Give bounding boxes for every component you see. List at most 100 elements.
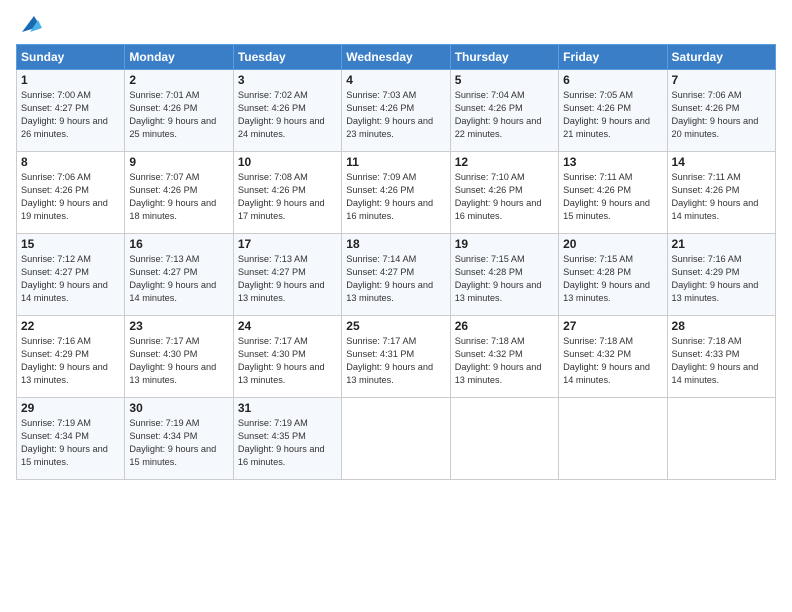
day-cell: 6 Sunrise: 7:05 AM Sunset: 4:26 PM Dayli… [559, 70, 667, 152]
week-row-4: 22 Sunrise: 7:16 AM Sunset: 4:29 PM Dayl… [17, 316, 776, 398]
day-number: 9 [129, 155, 228, 169]
day-info: Sunrise: 7:07 AM Sunset: 4:26 PM Dayligh… [129, 171, 228, 223]
day-info: Sunrise: 7:18 AM Sunset: 4:33 PM Dayligh… [672, 335, 771, 387]
day-number: 30 [129, 401, 228, 415]
day-cell: 5 Sunrise: 7:04 AM Sunset: 4:26 PM Dayli… [450, 70, 558, 152]
day-info: Sunrise: 7:19 AM Sunset: 4:35 PM Dayligh… [238, 417, 337, 469]
day-number: 20 [563, 237, 662, 251]
day-info: Sunrise: 7:14 AM Sunset: 4:27 PM Dayligh… [346, 253, 445, 305]
day-number: 10 [238, 155, 337, 169]
day-cell: 8 Sunrise: 7:06 AM Sunset: 4:26 PM Dayli… [17, 152, 125, 234]
day-info: Sunrise: 7:18 AM Sunset: 4:32 PM Dayligh… [455, 335, 554, 387]
day-cell: 31 Sunrise: 7:19 AM Sunset: 4:35 PM Dayl… [233, 398, 341, 480]
day-cell: 9 Sunrise: 7:07 AM Sunset: 4:26 PM Dayli… [125, 152, 233, 234]
day-cell: 11 Sunrise: 7:09 AM Sunset: 4:26 PM Dayl… [342, 152, 450, 234]
day-number: 3 [238, 73, 337, 87]
day-number: 21 [672, 237, 771, 251]
day-cell: 16 Sunrise: 7:13 AM Sunset: 4:27 PM Dayl… [125, 234, 233, 316]
day-cell: 23 Sunrise: 7:17 AM Sunset: 4:30 PM Dayl… [125, 316, 233, 398]
day-number: 5 [455, 73, 554, 87]
day-number: 12 [455, 155, 554, 169]
col-header-wednesday: Wednesday [342, 45, 450, 70]
day-cell: 3 Sunrise: 7:02 AM Sunset: 4:26 PM Dayli… [233, 70, 341, 152]
day-number: 1 [21, 73, 120, 87]
day-number: 2 [129, 73, 228, 87]
day-cell: 20 Sunrise: 7:15 AM Sunset: 4:28 PM Dayl… [559, 234, 667, 316]
day-cell: 17 Sunrise: 7:13 AM Sunset: 4:27 PM Dayl… [233, 234, 341, 316]
week-row-1: 1 Sunrise: 7:00 AM Sunset: 4:27 PM Dayli… [17, 70, 776, 152]
day-info: Sunrise: 7:11 AM Sunset: 4:26 PM Dayligh… [563, 171, 662, 223]
week-row-5: 29 Sunrise: 7:19 AM Sunset: 4:34 PM Dayl… [17, 398, 776, 480]
day-number: 19 [455, 237, 554, 251]
day-cell: 15 Sunrise: 7:12 AM Sunset: 4:27 PM Dayl… [17, 234, 125, 316]
day-info: Sunrise: 7:02 AM Sunset: 4:26 PM Dayligh… [238, 89, 337, 141]
day-info: Sunrise: 7:01 AM Sunset: 4:26 PM Dayligh… [129, 89, 228, 141]
day-cell: 2 Sunrise: 7:01 AM Sunset: 4:26 PM Dayli… [125, 70, 233, 152]
day-cell: 1 Sunrise: 7:00 AM Sunset: 4:27 PM Dayli… [17, 70, 125, 152]
day-info: Sunrise: 7:06 AM Sunset: 4:26 PM Dayligh… [21, 171, 120, 223]
day-number: 6 [563, 73, 662, 87]
day-info: Sunrise: 7:00 AM Sunset: 4:27 PM Dayligh… [21, 89, 120, 141]
header-row: SundayMondayTuesdayWednesdayThursdayFrid… [17, 45, 776, 70]
day-cell [667, 398, 775, 480]
col-header-thursday: Thursday [450, 45, 558, 70]
day-info: Sunrise: 7:06 AM Sunset: 4:26 PM Dayligh… [672, 89, 771, 141]
day-info: Sunrise: 7:18 AM Sunset: 4:32 PM Dayligh… [563, 335, 662, 387]
logo [16, 12, 42, 36]
day-info: Sunrise: 7:13 AM Sunset: 4:27 PM Dayligh… [129, 253, 228, 305]
day-info: Sunrise: 7:04 AM Sunset: 4:26 PM Dayligh… [455, 89, 554, 141]
day-cell: 26 Sunrise: 7:18 AM Sunset: 4:32 PM Dayl… [450, 316, 558, 398]
day-number: 25 [346, 319, 445, 333]
logo-icon [18, 12, 42, 36]
day-cell: 19 Sunrise: 7:15 AM Sunset: 4:28 PM Dayl… [450, 234, 558, 316]
col-header-sunday: Sunday [17, 45, 125, 70]
day-cell: 12 Sunrise: 7:10 AM Sunset: 4:26 PM Dayl… [450, 152, 558, 234]
day-cell: 4 Sunrise: 7:03 AM Sunset: 4:26 PM Dayli… [342, 70, 450, 152]
week-row-3: 15 Sunrise: 7:12 AM Sunset: 4:27 PM Dayl… [17, 234, 776, 316]
day-info: Sunrise: 7:11 AM Sunset: 4:26 PM Dayligh… [672, 171, 771, 223]
page: SundayMondayTuesdayWednesdayThursdayFrid… [0, 0, 792, 612]
day-cell: 27 Sunrise: 7:18 AM Sunset: 4:32 PM Dayl… [559, 316, 667, 398]
day-cell: 30 Sunrise: 7:19 AM Sunset: 4:34 PM Dayl… [125, 398, 233, 480]
day-number: 31 [238, 401, 337, 415]
day-info: Sunrise: 7:17 AM Sunset: 4:30 PM Dayligh… [238, 335, 337, 387]
day-cell: 29 Sunrise: 7:19 AM Sunset: 4:34 PM Dayl… [17, 398, 125, 480]
day-info: Sunrise: 7:08 AM Sunset: 4:26 PM Dayligh… [238, 171, 337, 223]
day-info: Sunrise: 7:16 AM Sunset: 4:29 PM Dayligh… [672, 253, 771, 305]
day-info: Sunrise: 7:12 AM Sunset: 4:27 PM Dayligh… [21, 253, 120, 305]
week-row-2: 8 Sunrise: 7:06 AM Sunset: 4:26 PM Dayli… [17, 152, 776, 234]
day-info: Sunrise: 7:05 AM Sunset: 4:26 PM Dayligh… [563, 89, 662, 141]
day-info: Sunrise: 7:19 AM Sunset: 4:34 PM Dayligh… [129, 417, 228, 469]
day-info: Sunrise: 7:15 AM Sunset: 4:28 PM Dayligh… [563, 253, 662, 305]
day-number: 18 [346, 237, 445, 251]
col-header-friday: Friday [559, 45, 667, 70]
day-number: 27 [563, 319, 662, 333]
calendar-table: SundayMondayTuesdayWednesdayThursdayFrid… [16, 44, 776, 480]
day-number: 16 [129, 237, 228, 251]
day-number: 22 [21, 319, 120, 333]
day-number: 14 [672, 155, 771, 169]
day-number: 4 [346, 73, 445, 87]
col-header-saturday: Saturday [667, 45, 775, 70]
day-cell: 21 Sunrise: 7:16 AM Sunset: 4:29 PM Dayl… [667, 234, 775, 316]
day-number: 26 [455, 319, 554, 333]
day-cell: 18 Sunrise: 7:14 AM Sunset: 4:27 PM Dayl… [342, 234, 450, 316]
day-cell: 13 Sunrise: 7:11 AM Sunset: 4:26 PM Dayl… [559, 152, 667, 234]
day-cell: 28 Sunrise: 7:18 AM Sunset: 4:33 PM Dayl… [667, 316, 775, 398]
day-number: 11 [346, 155, 445, 169]
day-number: 28 [672, 319, 771, 333]
day-cell: 22 Sunrise: 7:16 AM Sunset: 4:29 PM Dayl… [17, 316, 125, 398]
day-info: Sunrise: 7:19 AM Sunset: 4:34 PM Dayligh… [21, 417, 120, 469]
day-info: Sunrise: 7:15 AM Sunset: 4:28 PM Dayligh… [455, 253, 554, 305]
day-number: 23 [129, 319, 228, 333]
day-info: Sunrise: 7:17 AM Sunset: 4:31 PM Dayligh… [346, 335, 445, 387]
day-number: 15 [21, 237, 120, 251]
col-header-monday: Monday [125, 45, 233, 70]
day-cell: 7 Sunrise: 7:06 AM Sunset: 4:26 PM Dayli… [667, 70, 775, 152]
day-number: 24 [238, 319, 337, 333]
header [16, 12, 776, 36]
day-number: 17 [238, 237, 337, 251]
day-cell: 10 Sunrise: 7:08 AM Sunset: 4:26 PM Dayl… [233, 152, 341, 234]
day-info: Sunrise: 7:10 AM Sunset: 4:26 PM Dayligh… [455, 171, 554, 223]
day-number: 8 [21, 155, 120, 169]
